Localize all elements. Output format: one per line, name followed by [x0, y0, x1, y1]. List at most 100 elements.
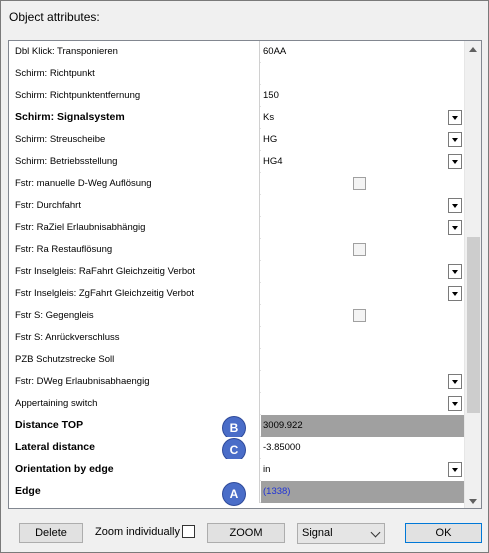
attribute-checkbox-cell[interactable]	[261, 305, 464, 327]
attribute-dropdown[interactable]: HG4	[261, 151, 464, 173]
attribute-row: Fstr: RaZiel Erlaubnisabhängig	[9, 217, 464, 239]
attribute-value: 60AA	[263, 46, 287, 57]
attribute-row: Schirm: Richtpunkt	[9, 63, 464, 85]
scroll-thumb[interactable]	[467, 237, 480, 413]
attribute-value: -3.85000	[263, 442, 301, 453]
attribute-label: Appertaining switch	[9, 393, 260, 415]
attribute-row: Fstr S: Anrückverschluss	[9, 327, 464, 349]
callout-badge: C	[223, 439, 245, 461]
attribute-dropdown[interactable]	[261, 393, 464, 415]
attribute-label: Fstr Inselgleis: RaFahrt Gleichzeitig Ve…	[9, 261, 260, 283]
attribute-row: Schirm: Streuscheibe HG	[9, 129, 464, 151]
attribute-label: Fstr: RaZiel Erlaubnisabhängig	[9, 217, 260, 239]
attribute-row: Lateral distance C -3.85000	[9, 437, 464, 461]
attribute-row: Edge A (1338)	[9, 481, 464, 505]
attribute-row: Fstr Inselgleis: ZgFahrt Gleichzeitig Ve…	[9, 283, 464, 305]
attribute-row: Schirm: Betriebsstellung HG4	[9, 151, 464, 173]
checkbox[interactable]	[353, 309, 366, 322]
zoom-individually-checkbox[interactable]	[182, 525, 195, 538]
attribute-value: 150	[263, 90, 279, 101]
attribute-label: Orientation by edge	[9, 459, 260, 481]
attribute-row: Fstr: Durchfahrt	[9, 195, 464, 217]
dropdown-arrow-icon[interactable]	[448, 198, 462, 213]
attribute-row: Appertaining switch	[9, 393, 464, 415]
scroll-up-icon[interactable]	[465, 41, 481, 58]
attributes-grid: Dbl Klick: Transponieren 60AA Schirm: Rich…	[9, 41, 464, 505]
attribute-row: Distance TOP B 3009.922	[9, 415, 464, 439]
attribute-value: in	[263, 464, 271, 475]
attribute-value-field[interactable]: 3009.922	[261, 415, 464, 437]
delete-button[interactable]: Delete	[19, 523, 83, 543]
dropdown-arrow-icon[interactable]	[448, 154, 462, 169]
attribute-link-cell[interactable]: (1338)	[261, 481, 464, 503]
attribute-label: Dbl Klick: Transponieren	[9, 41, 260, 63]
attribute-label: Fstr S: Gegengleis	[9, 305, 260, 327]
attribute-label: Schirm: Richtpunktentfernung	[9, 85, 260, 107]
attribute-value-field[interactable]	[261, 349, 464, 371]
attribute-label: PZB Schutzstrecke Soll	[9, 349, 260, 371]
attribute-value: HG4	[263, 156, 283, 167]
attribute-value-field[interactable]: -3.85000	[261, 437, 464, 459]
attribute-label: Fstr S: Anrückverschluss	[9, 327, 260, 349]
attribute-label: Schirm: Richtpunkt	[9, 63, 260, 85]
attribute-label: Schirm: Signalsystem	[9, 107, 260, 129]
attribute-row: PZB Schutzstrecke Soll	[9, 349, 464, 371]
checkbox[interactable]	[353, 243, 366, 256]
attribute-row: Schirm: Signalsystem Ks	[9, 107, 464, 129]
attribute-label: Fstr: Durchfahrt	[9, 195, 260, 217]
object-type-select[interactable]: Signal	[297, 523, 385, 544]
attribute-value-field[interactable]: 150	[261, 85, 464, 107]
scroll-down-icon[interactable]	[465, 493, 481, 508]
attribute-label: Schirm: Streuscheibe	[9, 129, 260, 151]
attribute-value-field[interactable]: 60AA	[261, 41, 464, 63]
attribute-row: Schirm: Richtpunktentfernung 150	[9, 85, 464, 107]
attribute-dropdown[interactable]	[261, 371, 464, 393]
attribute-label: Fstr: Ra Restauflösung	[9, 239, 260, 261]
attribute-row: Fstr S: Gegengleis	[9, 305, 464, 327]
attribute-value-field[interactable]	[261, 327, 464, 349]
zoom-individually-label: Zoom individually	[95, 526, 180, 538]
zoom-button[interactable]: ZOOM	[207, 523, 285, 543]
attribute-row: Fstr Inselgleis: RaFahrt Gleichzeitig Ve…	[9, 261, 464, 283]
dropdown-arrow-icon[interactable]	[448, 220, 462, 235]
dropdown-arrow-icon[interactable]	[448, 286, 462, 301]
attribute-dropdown[interactable]: in	[261, 459, 464, 481]
dialog-footer: Delete Zoom individually ZOOM Signal OK	[1, 516, 489, 553]
callout-badge: B	[223, 417, 245, 439]
dropdown-arrow-icon[interactable]	[448, 132, 462, 147]
attribute-dropdown[interactable]: HG	[261, 129, 464, 151]
attribute-checkbox-cell[interactable]	[261, 239, 464, 261]
vertical-scrollbar[interactable]	[464, 41, 481, 508]
attribute-value: 3009.922	[263, 420, 303, 431]
attribute-dropdown[interactable]	[261, 217, 464, 239]
checkbox[interactable]	[353, 177, 366, 190]
attribute-label: Fstr: manuelle D-Weg Auflösung	[9, 173, 260, 195]
attribute-row: Fstr: DWeg Erlaubnisabhaengig	[9, 371, 464, 393]
attribute-checkbox-cell[interactable]	[261, 173, 464, 195]
attributes-grid-panel: Dbl Klick: Transponieren 60AA Schirm: Rich…	[8, 40, 482, 509]
edge-link[interactable]: (1338)	[263, 486, 290, 497]
ok-button[interactable]: OK	[405, 523, 482, 543]
callout-badge: A	[223, 483, 245, 505]
attribute-label: Fstr: DWeg Erlaubnisabhaengig	[9, 371, 260, 393]
attribute-row: Dbl Klick: Transponieren 60AA	[9, 41, 464, 63]
dropdown-arrow-icon[interactable]	[448, 374, 462, 389]
chevron-down-icon	[370, 527, 381, 538]
object-type-select-value: Signal	[302, 527, 333, 539]
object-attributes-window: Object attributes: Dbl Klick: Transponie…	[0, 0, 489, 553]
dropdown-arrow-icon[interactable]	[448, 264, 462, 279]
attribute-row: Orientation by edge in	[9, 459, 464, 481]
attribute-label: Schirm: Betriebsstellung	[9, 151, 260, 173]
attribute-value-field[interactable]	[261, 63, 464, 85]
dropdown-arrow-icon[interactable]	[448, 462, 462, 477]
window-title: Object attributes:	[9, 10, 100, 24]
dropdown-arrow-icon[interactable]	[448, 396, 462, 411]
attribute-row: Fstr: manuelle D-Weg Auflösung	[9, 173, 464, 195]
attribute-dropdown[interactable]: Ks	[261, 107, 464, 129]
attribute-dropdown[interactable]	[261, 283, 464, 305]
attribute-value: HG	[263, 134, 278, 145]
dropdown-arrow-icon[interactable]	[448, 110, 462, 125]
attribute-dropdown[interactable]	[261, 261, 464, 283]
attribute-row: Fstr: Ra Restauflösung	[9, 239, 464, 261]
attribute-dropdown[interactable]	[261, 195, 464, 217]
